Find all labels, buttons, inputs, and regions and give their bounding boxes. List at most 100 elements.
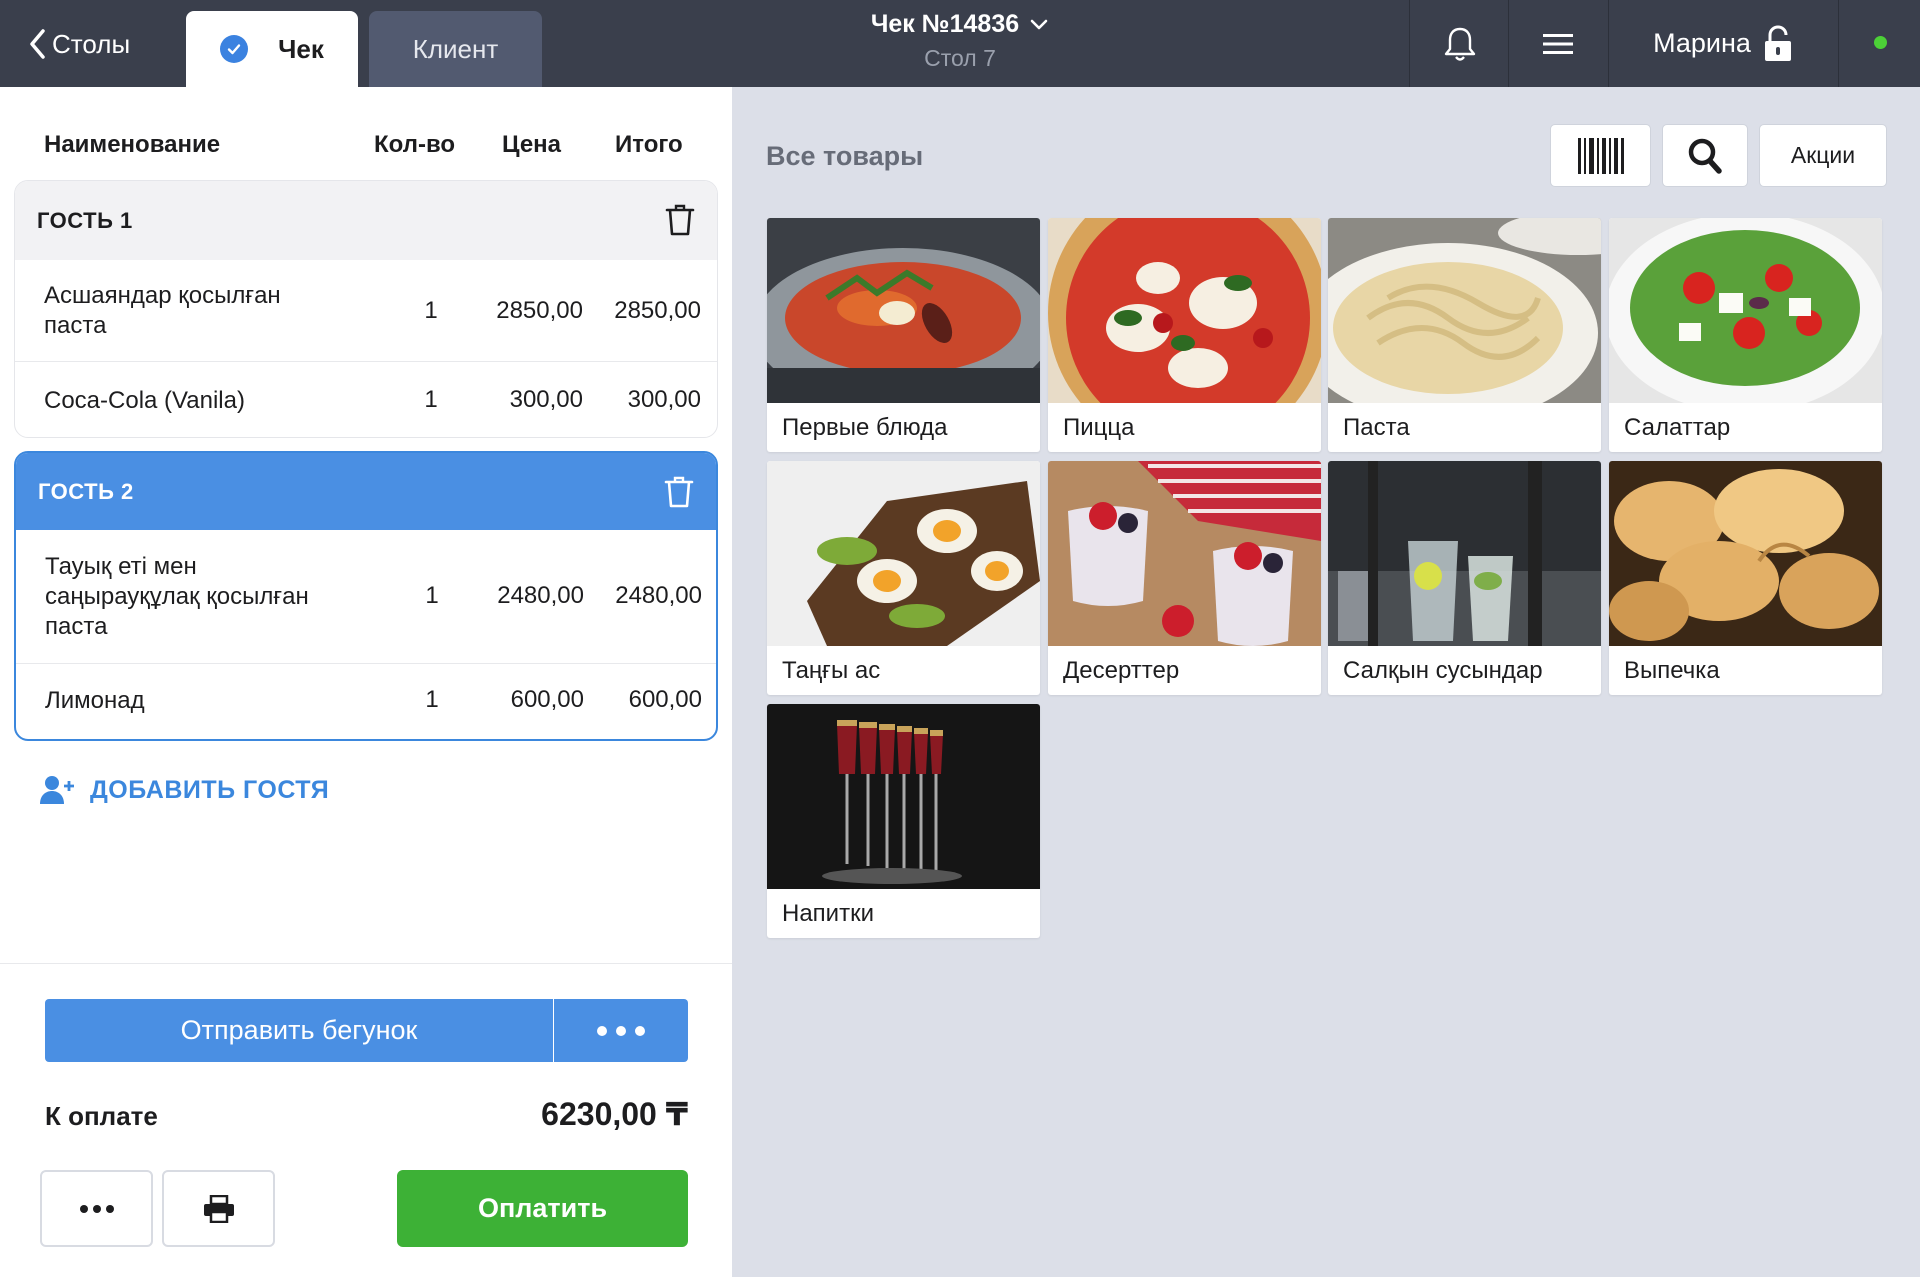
tab-check-label: Чек [278,33,324,64]
category-label: Десерттер [1063,657,1180,684]
category-label: Таңғы ас [782,657,881,684]
menu-button[interactable] [1508,0,1608,87]
dot-icon [635,1025,645,1036]
bakery-image [1609,461,1882,646]
item-price: 300,00 [509,386,583,413]
category-tile[interactable]: Салаттар [1609,218,1882,452]
order-item-row[interactable]: Асшаяндар қосылған паста 1 2850,00 2850,… [15,260,717,361]
category-tile[interactable]: Пицца [1048,218,1321,452]
wine-glasses-image [767,704,1040,889]
category-tile[interactable]: Десерттер [1048,461,1321,695]
item-total: 2850,00 [614,297,701,324]
soup-image [767,218,1040,403]
column-header-total: Итого [615,131,683,158]
category-label: Салаттар [1624,414,1731,441]
hamburger-icon [1543,33,1573,54]
send-options-button[interactable] [554,999,688,1062]
divider [0,963,732,964]
table-label: Стол 7 [924,45,996,71]
category-label: Выпечка [1624,657,1720,684]
send-runner-button[interactable]: Отправить бегунок [45,999,553,1062]
cold-drink-image [1328,461,1601,646]
column-header-price: Цена [502,131,562,158]
item-qty: 1 [424,386,438,413]
chevron-left-icon [30,29,45,59]
item-total: 2480,00 [615,582,702,609]
item-total: 300,00 [627,386,701,413]
top-bar: Столы Чек Клиент Чек №14836 Стол 7 Марин… [0,0,1920,87]
category-tile[interactable]: Напитки [767,704,1040,938]
guest-header[interactable]: ГОСТЬ 2 [16,453,716,530]
trash-icon[interactable] [665,203,695,237]
catalog-title: Все товары [766,141,924,171]
catalog-panel: Все товары Акции Первые блюда Пицца Паст… [732,87,1920,1277]
add-user-icon [40,776,74,804]
category-label: Пицца [1063,414,1135,441]
item-qty: 1 [425,686,439,713]
promotions-button[interactable]: Акции [1759,124,1887,187]
item-name: Лимонад [45,687,145,714]
dot-icon [597,1025,607,1036]
breakfast-image [767,461,1040,646]
order-item-row[interactable]: Coca-Cola (Vanila) 1 300,00 300,00 [15,361,717,437]
search-icon [1688,138,1722,174]
item-name: Coca-Cola (Vanila) [44,387,245,414]
barcode-button[interactable] [1550,124,1651,187]
category-label: Паста [1343,414,1410,441]
salad-image [1609,218,1882,403]
category-label: Салқын сусындар [1343,657,1543,684]
item-price: 2480,00 [497,582,584,609]
guest-card[interactable]: ГОСТЬ 1 Асшаяндар қосылған паста 1 2850,… [14,180,718,438]
barcode-icon [1577,137,1624,174]
column-header-qty: Кол-во [374,131,456,158]
category-tile[interactable]: Таңғы ас [767,461,1040,695]
trash-icon[interactable] [664,475,694,509]
item-qty: 1 [424,297,438,324]
printer-icon [203,1194,234,1223]
tab-client-label: Клиент [412,33,499,64]
item-price: 2850,00 [496,297,583,324]
back-label: Столы [52,28,131,59]
column-header-name: Наименование [44,131,221,158]
online-status-indicator [1874,36,1887,49]
order-item-row[interactable]: Тауық еті мен саңырауқұлақ қосылған паст… [16,530,716,663]
add-guest-button[interactable]: ДОБАВИТЬ ГОСТЯ [40,775,329,805]
category-tile[interactable]: Паста [1328,218,1601,452]
pay-button[interactable]: Оплатить [397,1170,688,1247]
item-price: 600,00 [510,686,584,713]
guest-card-selected[interactable]: ГОСТЬ 2 Тауық еті мен саңырауқұлақ қосыл… [14,451,718,741]
category-label: Напитки [782,900,874,927]
user-menu[interactable]: Марина [1608,0,1838,87]
bell-icon [1444,27,1476,61]
checkmark-icon [220,35,249,63]
item-qty: 1 [425,582,439,609]
notifications-button[interactable] [1410,0,1510,87]
tab-check[interactable]: Чек [186,11,358,87]
order-item-row[interactable]: Лимонад 1 600,00 600,00 [16,663,716,739]
pasta-image [1328,218,1601,403]
add-guest-label: ДОБАВИТЬ ГОСТЯ [90,775,330,804]
amount-due-label: К оплате [45,1101,158,1131]
guest-label: ГОСТЬ 1 [37,207,133,233]
dessert-image [1048,461,1321,646]
print-button[interactable] [162,1170,275,1247]
category-tile[interactable]: Выпечка [1609,461,1882,695]
order-panel: Наименование Кол-во Цена Итого ГОСТЬ 1 А… [0,87,732,1277]
guest-label: ГОСТЬ 2 [38,478,134,504]
item-name: Асшаяндар қосылған паста [44,282,281,339]
amount-due-value: 6230,00 ₸ [541,1096,688,1132]
category-tile[interactable]: Салқын сусындар [1328,461,1601,695]
order-selector[interactable]: Чек №14836 Стол 7 [800,10,1120,72]
chevron-down-icon [1030,19,1048,29]
search-button[interactable] [1662,124,1748,187]
category-tile[interactable]: Первые блюда [767,218,1040,452]
order-number: Чек №14836 [870,10,1020,38]
back-to-tables-button[interactable]: Столы [28,24,130,64]
tab-client[interactable]: Клиент [369,11,542,87]
guest-header[interactable]: ГОСТЬ 1 [15,181,717,260]
unlock-icon [1764,24,1791,61]
more-actions-button[interactable] [40,1170,153,1247]
more-dots-icon [79,1204,114,1213]
user-name: Марина [1653,28,1751,58]
item-name: Тауық еті мен саңырауқұлақ қосылған паст… [45,553,309,640]
